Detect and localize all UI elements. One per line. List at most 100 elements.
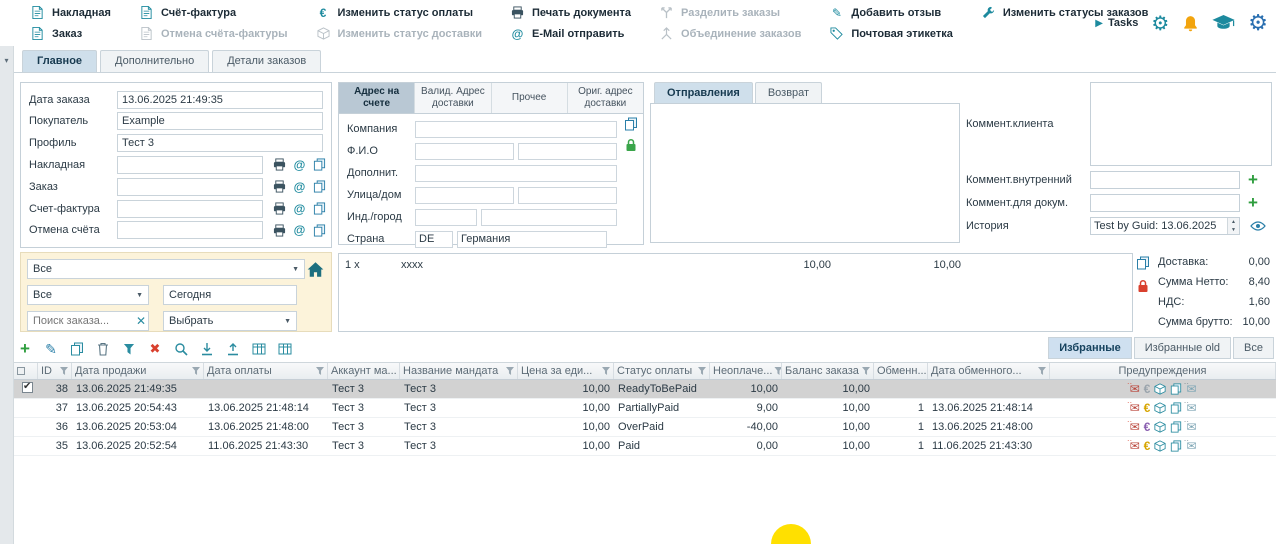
documents-icon[interactable] [1170, 402, 1182, 414]
duplicate-icon[interactable] [68, 340, 86, 358]
clear-search-icon[interactable]: ✕ [136, 314, 146, 328]
type-filter-select[interactable]: Все ▼ [27, 285, 149, 305]
tab-favorites[interactable]: Избранные [1048, 337, 1132, 359]
client-comment-textarea[interactable] [1090, 82, 1272, 166]
country-code-input[interactable] [415, 231, 453, 248]
import-icon[interactable] [198, 340, 216, 358]
mail-blocked-icon[interactable]: ✉✖ [1186, 421, 1196, 433]
documents-icon[interactable] [1170, 440, 1182, 452]
clear-filter-icon[interactable]: ✖ [146, 340, 164, 358]
ribbon-btn-print-document[interactable]: Печать документа [510, 6, 631, 20]
invoice-cancel-input[interactable] [117, 221, 263, 239]
header-account[interactable]: Аккаунт ма... [328, 363, 400, 379]
email-icon[interactable]: @ [291, 179, 308, 195]
date-filter-input[interactable] [163, 285, 297, 305]
last-name-input[interactable] [518, 143, 617, 160]
tab-additional[interactable]: Дополнительно [100, 50, 209, 72]
mail-error-icon[interactable]: ✉✖ [1130, 383, 1140, 395]
settings-gear-icon[interactable]: ⚙ [1151, 11, 1169, 36]
filter-funnel-icon[interactable] [316, 367, 324, 375]
ribbon-btn-mail-label[interactable]: Почтовая этикетка [829, 27, 952, 41]
buyer-input[interactable] [117, 112, 323, 130]
export-icon[interactable] [224, 340, 242, 358]
euro-icon[interactable]: € [1144, 402, 1151, 414]
header-unpaid[interactable]: Неоплаче... [710, 363, 782, 379]
header-exchange-date[interactable]: Дата обменного... [928, 363, 1050, 379]
euro-icon[interactable]: € [1144, 421, 1151, 433]
header-exchange[interactable]: Обменн... [874, 363, 928, 379]
header-warnings[interactable]: Предупреждения [1050, 363, 1276, 379]
house-input[interactable] [518, 187, 617, 204]
filter-funnel-icon[interactable] [60, 367, 68, 375]
tab-main[interactable]: Главное [22, 50, 97, 72]
header-sale-date[interactable]: Дата продажи [72, 363, 204, 379]
order-number-input[interactable] [117, 178, 263, 196]
order-item-row[interactable]: 1 x xxxx 10,00 10,00 [345, 259, 1126, 271]
zip-input[interactable] [415, 209, 477, 226]
package-icon[interactable] [1154, 383, 1166, 395]
ribbon-btn-invoice-cancel[interactable]: Отмена счёта-фактуры [139, 27, 288, 41]
first-name-input[interactable] [415, 143, 514, 160]
print-icon[interactable] [271, 201, 288, 217]
mail-blocked-icon[interactable]: ✉✖ [1186, 383, 1196, 395]
package-icon[interactable] [1154, 421, 1166, 433]
ribbon-btn-invoice[interactable]: Счёт-фактура [139, 6, 288, 20]
internal-comment-input[interactable] [1090, 171, 1240, 189]
print-icon[interactable] [271, 157, 288, 173]
filter-funnel-icon[interactable] [602, 367, 610, 375]
header-balance[interactable]: Баланс заказа [782, 363, 874, 379]
filter-funnel-icon[interactable] [1038, 367, 1046, 375]
tab-all[interactable]: Все [1233, 337, 1274, 359]
tasks-button[interactable]: ▶ Tasks [1095, 17, 1138, 29]
copy-doc-icon[interactable] [311, 179, 328, 195]
tab-returns[interactable]: Возврат [755, 82, 822, 103]
shipments-list[interactable] [650, 103, 960, 243]
header-mandate[interactable]: Название мандата [400, 363, 518, 379]
additional-input[interactable] [415, 165, 617, 182]
ribbon-btn-shipping-status[interactable]: Изменить статус доставки [316, 27, 482, 41]
ribbon-btn-delivery-note[interactable]: Накладная [30, 6, 111, 20]
ribbon-btn-payment-status[interactable]: € Изменить статус оплаты [316, 6, 482, 20]
copy-doc-icon[interactable] [311, 201, 328, 217]
choose-select[interactable]: Выбрать ▼ [163, 311, 297, 331]
documents-icon[interactable] [1136, 256, 1150, 270]
filter-funnel-icon[interactable] [774, 367, 782, 375]
ribbon-btn-split-orders[interactable]: Разделить заказы [659, 6, 801, 20]
notifications-bell-icon[interactable] [1182, 15, 1199, 32]
filter-icon[interactable] [120, 340, 138, 358]
country-name-input[interactable] [457, 231, 607, 248]
tab-valid-shipping-address[interactable]: Валид. Адрес доставки [415, 83, 491, 113]
step-up-icon[interactable]: ▲ [1228, 218, 1239, 226]
delivery-note-input[interactable] [117, 156, 263, 174]
tab-other[interactable]: Прочее [492, 83, 568, 113]
order-row[interactable]: 36 13.06.2025 20:53:04 13.06.2025 21:48:… [14, 418, 1276, 437]
copy-doc-icon[interactable] [311, 157, 328, 173]
mail-blocked-icon[interactable]: ✉✖ [1186, 440, 1196, 452]
package-icon[interactable] [1154, 402, 1166, 414]
company-input[interactable] [415, 121, 617, 138]
copy-doc-icon[interactable] [311, 222, 328, 238]
filter-funnel-icon[interactable] [192, 367, 200, 375]
ribbon-btn-order[interactable]: Заказ [30, 27, 111, 41]
ribbon-btn-email-send[interactable]: @ E-Mail отправить [510, 27, 631, 41]
package-icon[interactable] [1154, 440, 1166, 452]
order-row[interactable]: 35 13.06.2025 20:52:54 11.06.2025 21:43:… [14, 437, 1276, 456]
row-checkbox[interactable] [22, 382, 33, 393]
filter-funnel-icon[interactable] [862, 367, 870, 375]
system-gear-icon[interactable]: ⚙ [1248, 10, 1268, 36]
filter-funnel-icon[interactable] [506, 367, 514, 375]
status-filter-select[interactable]: Все ▼ [27, 259, 305, 279]
print-icon[interactable] [271, 179, 288, 195]
street-input[interactable] [415, 187, 514, 204]
eye-icon[interactable] [1250, 221, 1266, 231]
documents-icon[interactable] [1170, 421, 1182, 433]
tab-order-details[interactable]: Детали заказов [212, 50, 321, 72]
email-icon[interactable]: @ [291, 157, 308, 173]
header-pay-status[interactable]: Статус оплаты [614, 363, 710, 379]
euro-icon[interactable]: € [1144, 440, 1151, 452]
order-row[interactable]: 37 13.06.2025 20:54:43 13.06.2025 21:48:… [14, 399, 1276, 418]
email-icon[interactable]: @ [291, 201, 308, 217]
order-search-input[interactable] [27, 311, 149, 331]
invoice-input[interactable] [117, 200, 263, 218]
add-comment-icon[interactable]: + [1246, 171, 1260, 189]
